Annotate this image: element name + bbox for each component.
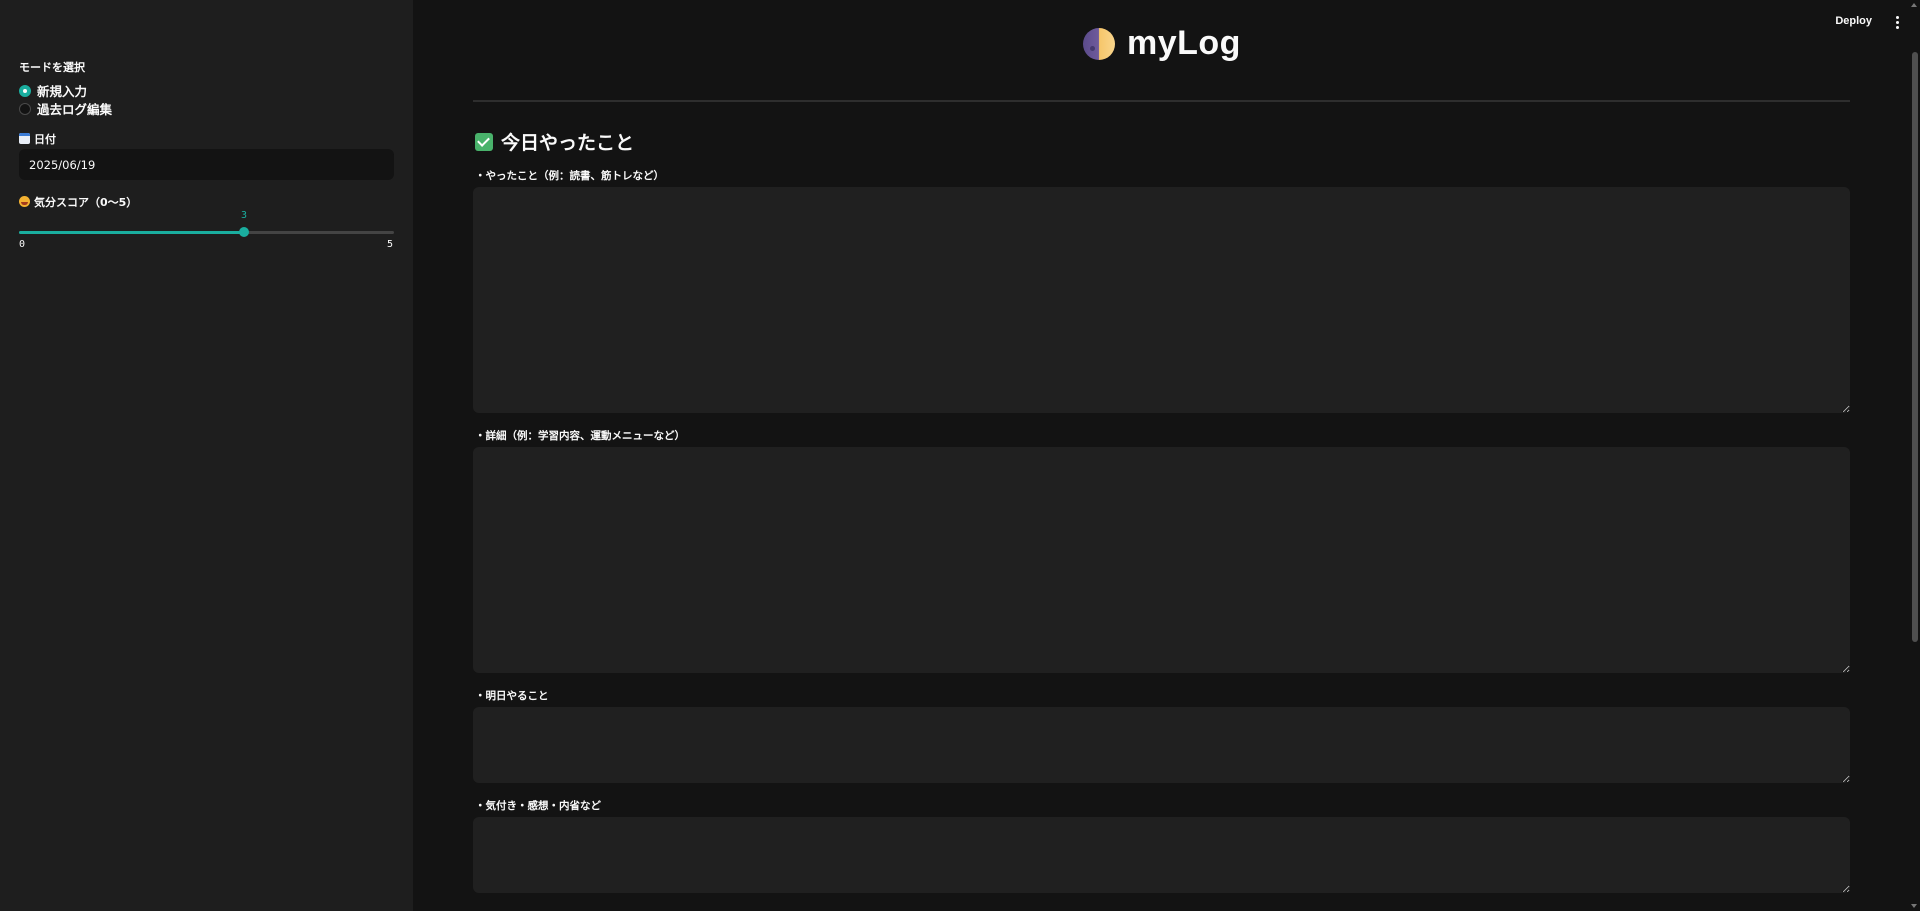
- slider-fill: [19, 231, 244, 234]
- field-label-details: ・詳細（例：学習内容、運動メニューなど）: [475, 430, 685, 442]
- scrollbar[interactable]: [1908, 0, 1920, 911]
- mood-label-row: 気分スコア（0〜5）: [19, 194, 137, 210]
- more-menu-icon[interactable]: [1890, 12, 1904, 32]
- scroll-up-icon[interactable]: [1911, 3, 1917, 7]
- page-title: myLog: [1083, 24, 1241, 63]
- date-label-row: 日付: [19, 131, 56, 147]
- deploy-button[interactable]: Deploy: [1829, 14, 1878, 28]
- section-heading: 今日やったこと: [475, 128, 634, 155]
- slider-max-label: 5: [387, 239, 394, 250]
- radio-selected-icon[interactable]: [19, 84, 31, 97]
- field-label-done: ・やったこと（例：読書、筋トレなど）: [475, 170, 664, 182]
- textarea-done[interactable]: [473, 187, 1850, 413]
- mode-option-edit[interactable]: 過去ログ編集: [19, 99, 112, 118]
- field-label-reflection: ・気付き・感想・内省など: [475, 800, 601, 812]
- date-label: 日付: [34, 133, 56, 146]
- check-mark-icon: [475, 132, 493, 151]
- divider: [473, 100, 1850, 102]
- section-title: 今日やったこと: [501, 132, 635, 154]
- slider-min-label: 0: [19, 239, 26, 250]
- mode-option-edit-label: 過去ログ編集: [37, 102, 113, 117]
- mode-option-new-label: 新規入力: [37, 84, 88, 99]
- textarea-details[interactable]: [473, 447, 1850, 673]
- title-text: myLog: [1127, 24, 1241, 62]
- moon-icon: [1083, 27, 1115, 60]
- mood-label: 気分スコア（0〜5）: [34, 196, 138, 209]
- field-label-tomorrow: ・明日やること: [475, 690, 549, 702]
- app-root: モードを選択 新規入力 過去ログ編集 日付 気分スコア（0〜5） 3 0 5 D…: [0, 0, 1920, 911]
- scroll-thumb[interactable]: [1912, 52, 1918, 642]
- radio-unselected-icon[interactable]: [19, 102, 31, 115]
- calendar-icon: [19, 133, 30, 144]
- slider-value: 3: [240, 210, 248, 221]
- textarea-reflection[interactable]: [473, 817, 1850, 893]
- mode-option-new[interactable]: 新規入力: [19, 81, 87, 100]
- date-input[interactable]: [19, 149, 394, 180]
- scroll-down-icon[interactable]: [1911, 904, 1917, 908]
- sidebar: モードを選択 新規入力 過去ログ編集 日付 気分スコア（0〜5） 3 0 5: [0, 0, 413, 911]
- slider-thumb[interactable]: [239, 227, 249, 237]
- mode-label: モードを選択: [19, 61, 85, 74]
- mood-slider[interactable]: 3: [19, 210, 394, 240]
- textarea-tomorrow[interactable]: [473, 707, 1850, 783]
- grinning-face-icon: [19, 196, 30, 207]
